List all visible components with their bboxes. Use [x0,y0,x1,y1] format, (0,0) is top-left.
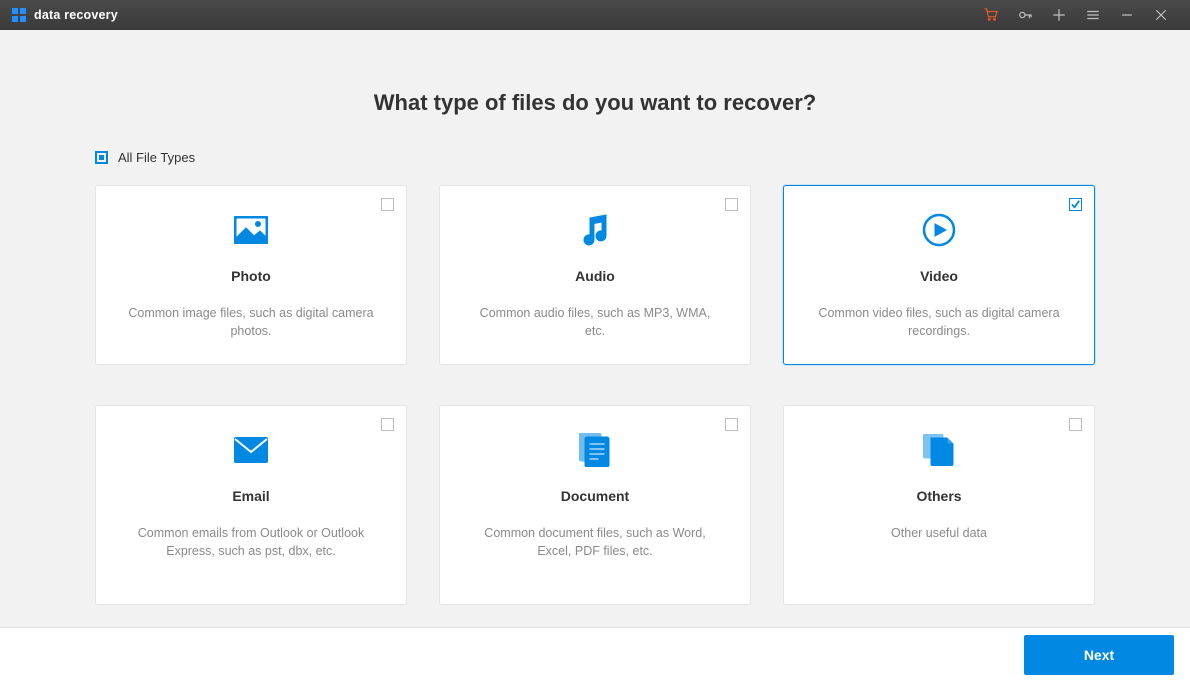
title-bar: data recovery [0,0,1190,30]
card-video-title: Video [920,268,958,284]
card-photo[interactable]: Photo Common image files, such as digita… [95,185,407,365]
card-photo-checkbox[interactable] [381,198,394,211]
card-email-desc: Common emails from Outlook or Outlook Ex… [96,524,406,560]
page-heading: What type of files do you want to recove… [0,90,1190,116]
envelope-icon [234,430,268,470]
minimize-icon[interactable] [1110,0,1144,30]
all-file-types-row: All File Types [95,150,1095,165]
card-email-checkbox[interactable] [381,418,394,431]
card-document-title: Document [561,488,629,504]
all-file-types-label: All File Types [118,150,195,165]
card-document-desc: Common document files, such as Word, Exc… [440,524,750,560]
card-email-title: Email [232,488,269,504]
menu-icon[interactable] [1076,0,1110,30]
card-audio-desc: Common audio files, such as MP3, WMA, et… [440,304,750,340]
card-audio-checkbox[interactable] [725,198,738,211]
app-logo-icon [12,8,26,22]
card-others-checkbox[interactable] [1069,418,1082,431]
card-email[interactable]: Email Common emails from Outlook or Outl… [95,405,407,605]
cart-icon[interactable] [974,0,1008,30]
file-stack-icon [923,430,955,470]
card-video-checkbox[interactable] [1069,198,1082,211]
card-document[interactable]: Document Common document files, such as … [439,405,751,605]
card-video[interactable]: Video Common video files, such as digita… [783,185,1095,365]
card-photo-title: Photo [231,268,271,284]
card-audio-title: Audio [575,268,615,284]
card-audio[interactable]: Audio Common audio files, such as MP3, W… [439,185,751,365]
all-file-types-checkbox[interactable] [95,151,108,164]
play-circle-icon [922,210,956,250]
card-document-checkbox[interactable] [725,418,738,431]
card-video-desc: Common video files, such as digital came… [784,304,1094,340]
photo-icon [234,210,268,250]
document-icon [579,430,611,470]
music-note-icon [580,210,610,250]
plus-icon[interactable] [1042,0,1076,30]
card-others-title: Others [916,488,961,504]
card-photo-desc: Common image files, such as digital came… [96,304,406,340]
footer-bar: Next [0,627,1190,682]
close-icon[interactable] [1144,0,1178,30]
next-button[interactable]: Next [1024,635,1174,675]
card-others[interactable]: Others Other useful data [783,405,1095,605]
file-type-grid: Photo Common image files, such as digita… [95,185,1095,605]
card-others-desc: Other useful data [863,524,1015,542]
app-title: data recovery [34,8,118,22]
main-content: What type of files do you want to recove… [0,30,1190,627]
key-icon[interactable] [1008,0,1042,30]
